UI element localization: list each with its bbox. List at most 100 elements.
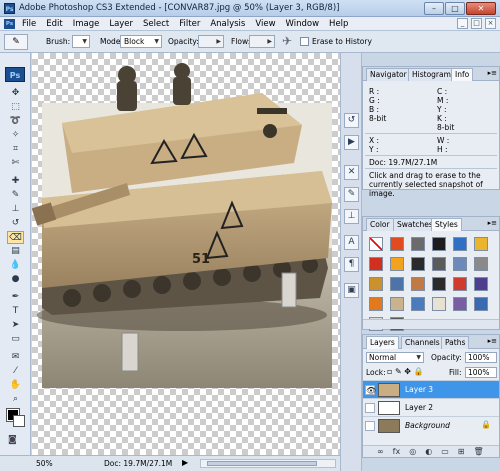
menu-filter[interactable]: Filter (179, 19, 200, 29)
photoshop-menu-icon[interactable]: Ps (4, 19, 15, 29)
eyedropper-tool-icon[interactable]: ⁄ (7, 365, 24, 378)
menu-select[interactable]: Select (143, 19, 169, 29)
scroll-thumb[interactable] (207, 461, 317, 466)
notes-tool-icon[interactable]: ✉ (7, 351, 24, 364)
style-swatch[interactable] (369, 297, 383, 311)
style-swatch[interactable] (390, 277, 404, 291)
layer-row-layer-3[interactable]: 👁 Layer 3 (363, 380, 499, 398)
gradient-tool-icon[interactable]: ▤ (7, 245, 24, 258)
tab-layers[interactable]: Layers (366, 336, 399, 349)
style-swatch[interactable] (474, 297, 488, 311)
style-swatch[interactable] (411, 297, 425, 311)
style-swatch[interactable] (474, 277, 488, 291)
eraser-tool-icon[interactable]: ⌫ (7, 231, 24, 244)
fx-icon[interactable]: fx (393, 446, 401, 457)
panel-menu-icon[interactable]: ▸≡ (488, 69, 497, 77)
tab-paths[interactable]: Paths (441, 336, 470, 349)
minimize-button[interactable]: – (424, 2, 444, 15)
clone-stamp-tool-icon[interactable]: ⊥ (7, 203, 24, 216)
style-swatch[interactable] (369, 277, 383, 291)
layer-row-background[interactable]: Background 🔒 (363, 416, 499, 434)
doc-minimize-button[interactable]: _ (457, 18, 468, 29)
history-brush-tool-icon[interactable]: ↺ (7, 217, 24, 230)
tab-styles[interactable]: Styles (431, 218, 462, 231)
blur-tool-icon[interactable]: 💧 (7, 259, 24, 272)
style-swatch[interactable] (411, 257, 425, 271)
doc-restore-button[interactable]: □ (471, 18, 482, 29)
close-button[interactable]: ✕ (466, 2, 496, 15)
style-swatch[interactable] (411, 277, 425, 291)
dodge-tool-icon[interactable]: ● (7, 273, 24, 286)
folder-icon[interactable]: ▭ (441, 446, 449, 457)
background-color-swatch[interactable] (13, 415, 25, 427)
style-swatch[interactable] (390, 237, 404, 251)
style-swatch[interactable] (369, 237, 383, 251)
lock-icons[interactable]: ▫ ✎ ✥ 🔒 (387, 367, 423, 376)
style-swatch[interactable] (432, 297, 446, 311)
paragraph-panel-icon[interactable]: ¶ (344, 257, 359, 272)
mask-icon[interactable]: ◎ (409, 446, 416, 457)
opacity-field[interactable]: ▶ (198, 35, 224, 48)
tab-channels[interactable]: Channels (401, 336, 444, 349)
visibility-toggle-icon[interactable] (365, 403, 375, 413)
style-swatch[interactable] (369, 257, 383, 271)
adjustment-icon[interactable]: ◐ (425, 446, 432, 457)
airbrush-icon[interactable]: ✈ (282, 34, 292, 48)
tab-navigator[interactable]: Navigator (366, 68, 411, 81)
style-swatch[interactable] (453, 237, 467, 251)
marquee-tool-icon[interactable]: ⬚ (7, 101, 24, 114)
style-swatch[interactable] (453, 297, 467, 311)
menu-edit[interactable]: Edit (46, 19, 62, 29)
layer-row-layer-2[interactable]: Layer 2 (363, 398, 499, 416)
style-swatch[interactable] (474, 237, 488, 251)
pen-tool-icon[interactable]: ✒ (7, 291, 24, 304)
menu-layer[interactable]: Layer (109, 19, 133, 29)
mode-select[interactable]: Block ▼ (120, 35, 162, 48)
menu-help[interactable]: Help (329, 19, 348, 29)
history-panel-icon[interactable]: ↺ (344, 113, 359, 128)
tool-presets-icon[interactable]: ✕ (344, 165, 359, 180)
style-swatch[interactable] (411, 237, 425, 251)
quick-mask-icon[interactable]: ◙ (8, 435, 17, 445)
flow-field[interactable]: ▶ (249, 35, 275, 48)
tab-color[interactable]: Color (366, 218, 394, 231)
style-swatch[interactable] (432, 237, 446, 251)
maximize-button[interactable]: □ (445, 2, 465, 15)
brush-picker[interactable]: ▼ (72, 35, 90, 48)
style-swatch[interactable] (432, 277, 446, 291)
brush-tool-icon[interactable]: ✎ (7, 189, 24, 202)
layers-opacity-field[interactable]: 100% (465, 352, 497, 363)
menu-file[interactable]: File (22, 19, 36, 29)
style-swatch[interactable] (390, 297, 404, 311)
menu-analysis[interactable]: Analysis (210, 19, 245, 29)
shape-tool-icon[interactable]: ▭ (7, 333, 24, 346)
fill-field[interactable]: 100% (465, 367, 497, 378)
new-layer-icon[interactable]: ⊞ (458, 446, 465, 457)
status-menu-arrow-icon[interactable]: ▶ (182, 458, 188, 467)
horizontal-scrollbar[interactable] (200, 459, 336, 468)
trash-icon[interactable]: 🗑 (473, 446, 483, 457)
style-swatch[interactable] (432, 257, 446, 271)
lasso-tool-icon[interactable]: ➰ (7, 115, 24, 128)
document-window[interactable]: 51 (32, 53, 340, 455)
menu-view[interactable]: View (255, 19, 275, 29)
tool-preset-picker[interactable]: ✎ (4, 34, 28, 50)
clone-source-icon[interactable]: ⊥ (344, 209, 359, 224)
style-swatch[interactable] (474, 257, 488, 271)
tab-histogram[interactable]: Histogram (408, 68, 455, 81)
menu-image[interactable]: Image (73, 19, 100, 29)
type-tool-icon[interactable]: T (7, 305, 24, 318)
blend-mode-select[interactable]: Normal ▼ (366, 352, 424, 363)
erase-to-history-checkbox[interactable] (300, 37, 309, 46)
panel-menu-icon[interactable]: ▸≡ (488, 219, 497, 227)
visibility-toggle-icon[interactable] (365, 421, 375, 431)
tab-info[interactable]: Info (451, 68, 474, 81)
quick-selection-tool-icon[interactable]: ✧ (7, 129, 24, 142)
brushes-panel-icon[interactable]: ✎ (344, 187, 359, 202)
style-swatch[interactable] (453, 277, 467, 291)
style-swatch[interactable] (390, 257, 404, 271)
zoom-tool-icon[interactable]: ⌕ (7, 393, 24, 406)
doc-close-button[interactable]: × (485, 18, 496, 29)
hand-tool-icon[interactable]: ✋ (7, 379, 24, 392)
path-selection-tool-icon[interactable]: ➤ (7, 319, 24, 332)
